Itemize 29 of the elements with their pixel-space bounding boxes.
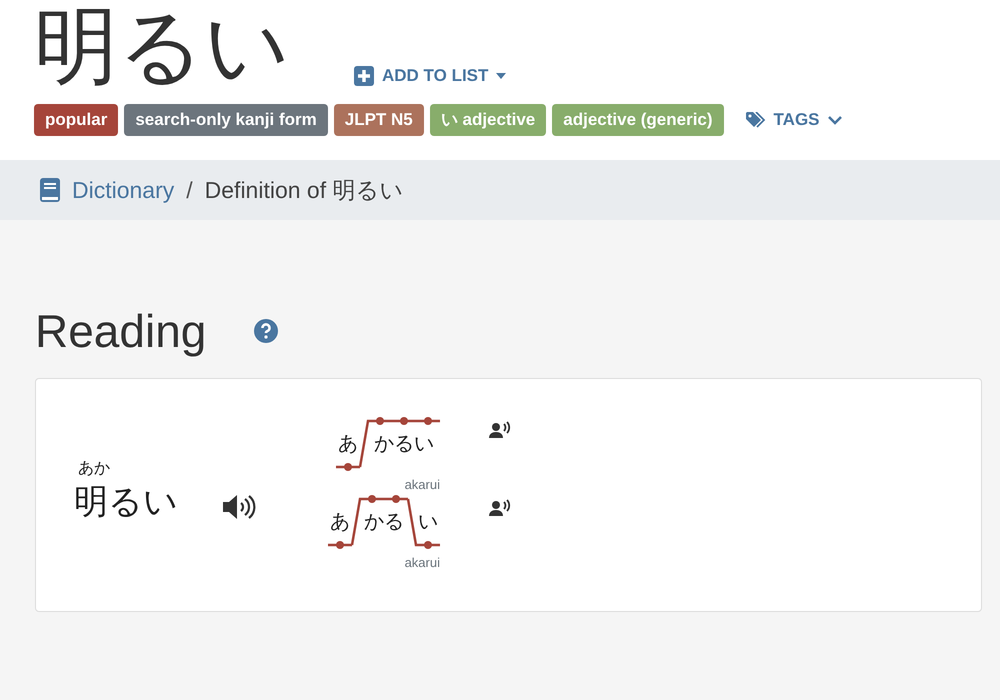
tags-dropdown[interactable]: TAGS — [746, 107, 842, 133]
furigana: あか — [78, 461, 111, 478]
plus-square-icon — [354, 66, 374, 86]
kana-reading: かるい — [373, 434, 435, 454]
add-to-list-button[interactable]: ADD TO LIST — [354, 62, 506, 88]
kana-reading: あ — [337, 434, 359, 454]
tag: adjective (generic) — [552, 104, 724, 136]
speaker-person-icon[interactable] — [488, 498, 512, 519]
breadcrumb-separator: / — [186, 176, 193, 205]
tag: popular — [34, 104, 118, 136]
reading-word: 明るい — [74, 482, 178, 524]
romaji: akarui — [404, 476, 440, 494]
tag: い adjective — [430, 104, 546, 136]
dictionary-link[interactable]: Dictionary — [72, 172, 174, 208]
word-title: 明るい — [34, 0, 290, 92]
kana-reading: あ — [329, 512, 351, 532]
kana-reading: かる — [363, 512, 405, 532]
caret-icon — [496, 72, 506, 79]
breadcrumb-current: Definition of 明るい — [204, 176, 404, 205]
section-heading: Reading — [35, 308, 206, 354]
speaker-icon[interactable] — [222, 494, 256, 520]
tag-icon — [746, 112, 766, 128]
romaji: akarui — [404, 554, 440, 572]
kana-reading: い — [417, 512, 439, 532]
chevron-down-icon — [828, 116, 842, 125]
tag: JLPT N5 — [334, 104, 424, 136]
help-icon[interactable] — [254, 318, 278, 343]
tag: search-only kanji form — [124, 104, 328, 136]
book-icon — [40, 178, 60, 202]
